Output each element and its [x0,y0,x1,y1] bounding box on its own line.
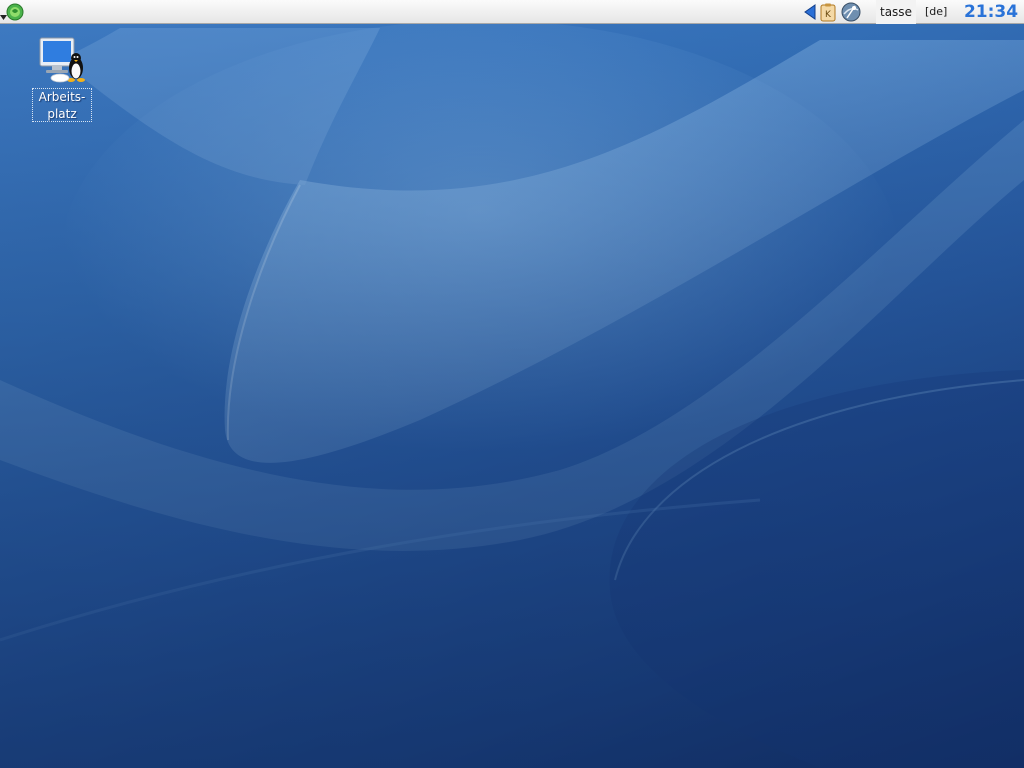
desktop-icon-label-line1: Arbeits- [38,90,86,104]
kmenu-icon[interactable] [6,3,24,21]
user-label: tasse [876,0,916,24]
computer-icon[interactable] [38,36,88,86]
desktop[interactable]: K tasse [de] 21:34 Arbeits- platz [0,0,1024,768]
top-panel: K tasse [de] 21:34 [0,0,1024,24]
desktop-icon-label[interactable]: Arbeits- platz [32,88,92,122]
panel-menu-arrow-icon[interactable] [0,14,8,22]
keyboard-layout-indicator[interactable]: [de] [921,0,951,24]
desktop-wallpaper [0,0,1024,768]
desktop-icon-label-line2: platz [47,107,77,121]
klipper-clipboard-icon[interactable]: K [818,2,838,22]
desktop-icon-arbeitsplatz[interactable]: Arbeits- platz [30,36,96,128]
clock[interactable]: 21:34 [960,0,1022,24]
network-globe-icon[interactable] [841,2,861,22]
show-hidden-tray-icon[interactable] [800,2,820,22]
